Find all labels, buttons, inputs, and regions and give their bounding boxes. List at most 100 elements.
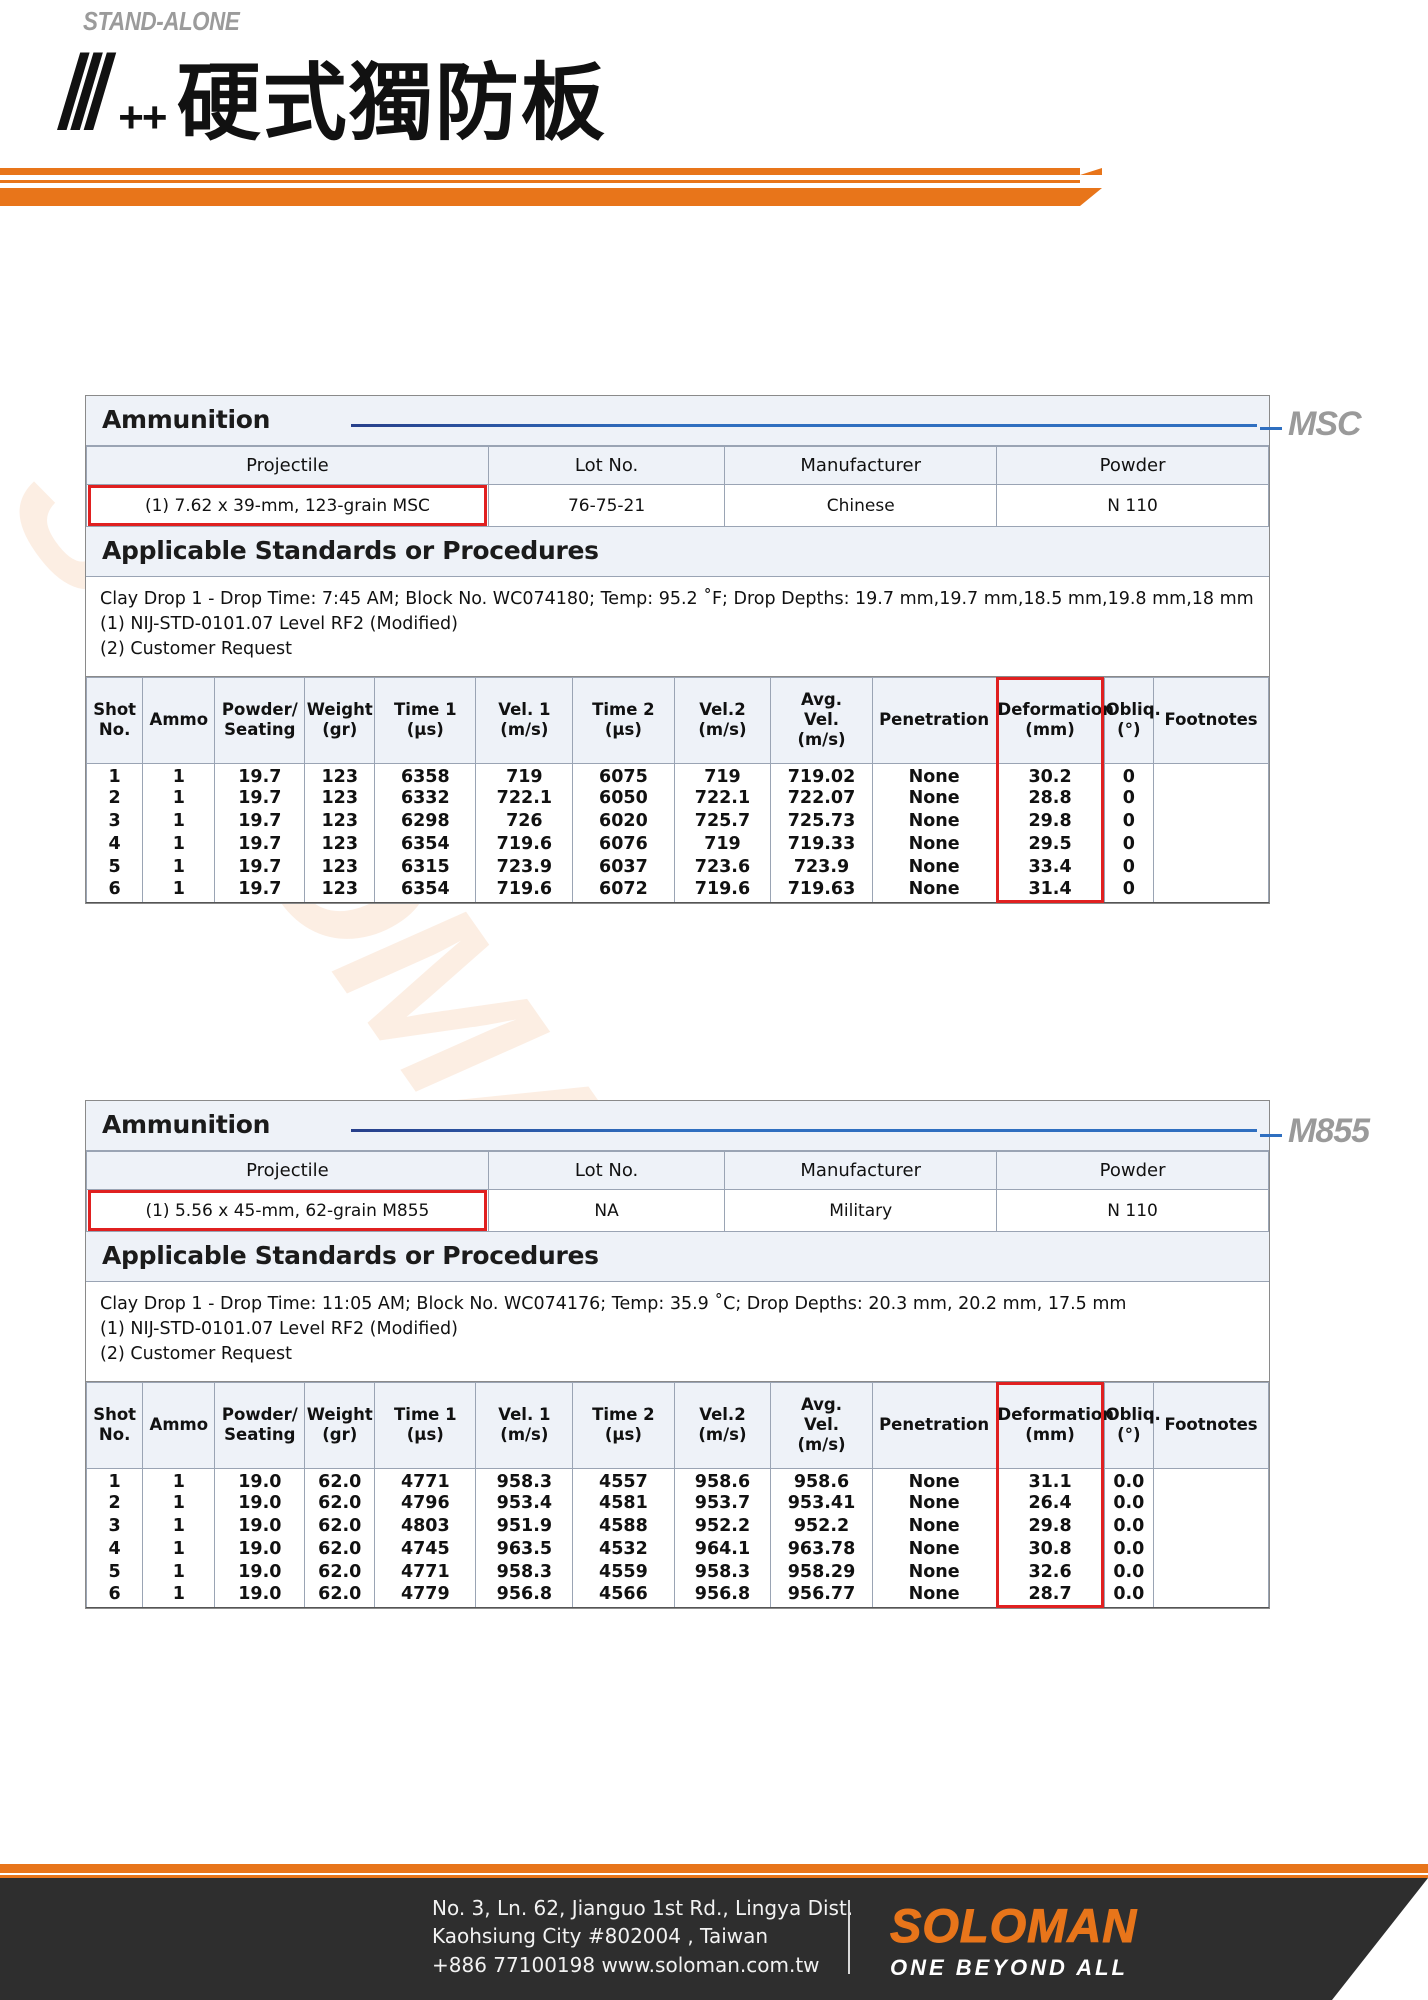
- col-ammo: Ammo: [142, 676, 216, 764]
- cell-t1: 4771: [374, 1467, 477, 1492]
- cell-shot: 5: [85, 1560, 144, 1584]
- cell-pen: None: [871, 1467, 997, 1492]
- col-powder-seating: Powder/Seating: [214, 1381, 306, 1469]
- col-powder: Powder: [996, 1151, 1269, 1190]
- cell-v1: 963.5: [475, 1537, 574, 1561]
- table-row: 3 1 19.0 62.0 4803 951.9 4588 952.2 952.2 None 29.…: [85, 1514, 1269, 1538]
- table-row: 2 1 19.7 123 6332 722.1 6050 722.1 722.07 None 28.…: [85, 786, 1269, 810]
- cell-def: 29.5: [995, 832, 1105, 856]
- col-powder-seating: Powder/Seating: [214, 676, 306, 764]
- cell-manufacturer: Military: [724, 1189, 998, 1232]
- cell-v2: 956.8: [673, 1583, 772, 1609]
- cell-v2: 964.1: [673, 1537, 772, 1561]
- side-label-connector: [1260, 426, 1282, 430]
- cell-obl: 0: [1103, 878, 1155, 904]
- standards-band-m855: Applicable Standards or Procedures: [86, 1232, 1269, 1282]
- cell-avg: 958.6: [770, 1467, 873, 1492]
- cell-pen: None: [871, 878, 997, 904]
- level-mark-slashes: ///: [60, 33, 109, 151]
- cell-shot: 1: [85, 762, 144, 787]
- cell-wt: 123: [304, 855, 376, 879]
- cell-pen: None: [871, 1514, 997, 1538]
- cell-v2: 719.6: [673, 878, 772, 904]
- cell-def: 26.4: [995, 1491, 1105, 1515]
- shot-header-row: Shot No. Ammo Powder/Seating Weight (gr) T…: [85, 676, 1269, 764]
- cell-obl: 0.0: [1103, 1467, 1155, 1492]
- cell-wt: 123: [304, 786, 376, 810]
- table-row: 4 1 19.0 62.0 4745 963.5 4532 964.1 963.78 None 30…: [85, 1537, 1269, 1561]
- col-shot-no: Shot No.: [85, 1381, 144, 1469]
- cell-ammo: 1: [142, 855, 216, 879]
- standards-band-msc: Applicable Standards or Procedures: [86, 527, 1269, 577]
- col-time-1: Time 1 (µs): [374, 1381, 477, 1469]
- table-row: (1) 7.62 x 39-mm, 123-grain MSC 76-75-21…: [86, 484, 1269, 527]
- cell-wt: 123: [304, 809, 376, 833]
- col-deformation: Deformation (mm): [995, 1381, 1114, 1469]
- col-lot-no: Lot No.: [487, 446, 726, 485]
- cell-shot: 2: [85, 1491, 144, 1515]
- cell-avg: 719.02: [770, 762, 873, 787]
- cell-wt: 123: [304, 878, 376, 904]
- cell-pwd: 19.7: [214, 809, 306, 833]
- ammunition-band-title: Ammunition: [102, 1110, 271, 1139]
- col-vel-2: Vel.2 (m/s): [673, 1381, 772, 1469]
- cell-shot: 5: [85, 855, 144, 879]
- shot-data-table-m855: Shot No. Ammo Powder/Seating Weight (gr) T…: [85, 1381, 1269, 1609]
- table-row: 2 1 19.0 62.0 4796 953.4 4581 953.7 953.41 None 26…: [85, 1491, 1269, 1515]
- cell-pen: None: [871, 786, 997, 810]
- col-obliquity: Obliq. (°): [1103, 676, 1161, 764]
- cell-foot: [1153, 1560, 1269, 1584]
- cell-foot: [1153, 878, 1269, 904]
- table-row: 6 1 19.7 123 6354 719.6 6072 719.6 719.63 None 31.…: [85, 878, 1269, 904]
- col-vel-1: Vel. 1 (m/s): [475, 1381, 574, 1469]
- standards-body-m855: Clay Drop 1 - Drop Time: 11:05 AM; Block…: [86, 1282, 1269, 1382]
- col-footnotes: Footnotes: [1153, 676, 1269, 764]
- cell-v1: 958.3: [475, 1467, 574, 1492]
- cell-v2: 958.3: [673, 1560, 772, 1584]
- cell-t2: 4588: [572, 1514, 675, 1538]
- cell-ammo: 1: [142, 809, 216, 833]
- cell-pwd: 19.0: [214, 1491, 306, 1515]
- cell-avg: 958.29: [770, 1560, 873, 1584]
- address-line-3[interactable]: +886 77100198 www.soloman.com.tw: [432, 1951, 853, 1979]
- cell-t2: 6075: [572, 762, 675, 787]
- cell-def: 31.4: [995, 878, 1105, 904]
- col-avg-vel: Avg. Vel. (m/s): [770, 676, 873, 764]
- cell-t1: 4803: [374, 1514, 477, 1538]
- col-projectile: Projectile: [86, 1151, 489, 1190]
- col-penetration: Penetration: [871, 1381, 997, 1469]
- cell-wt: 62.0: [304, 1467, 376, 1492]
- cell-def: 33.4: [995, 855, 1105, 879]
- test-report-msc: Ammunition Projectile Lot No. Manufactur…: [85, 395, 1270, 905]
- cell-ammo: 1: [142, 832, 216, 856]
- cell-t2: 4557: [572, 1467, 675, 1492]
- cell-t1: 6354: [374, 832, 477, 856]
- cell-avg: 952.2: [770, 1514, 873, 1538]
- standards-line: Clay Drop 1 - Drop Time: 7:45 AM; Block …: [100, 589, 1254, 609]
- ammunition-table-m855: Projectile Lot No. Manufacturer Powder (…: [86, 1151, 1269, 1232]
- cell-foot: [1153, 1514, 1269, 1538]
- cell-avg: 723.9: [770, 855, 873, 879]
- col-weight: Weight (gr): [304, 676, 376, 764]
- cell-foot: [1153, 786, 1269, 810]
- cell-t1: 6298: [374, 809, 477, 833]
- band-accent-line: [351, 424, 1257, 427]
- cell-pen: None: [871, 1537, 997, 1561]
- page-header: STAND-ALONE /// ++ 硬式獨防板: [0, 0, 1428, 215]
- cell-pwd: 19.0: [214, 1514, 306, 1538]
- cell-ammo: 1: [142, 762, 216, 787]
- cell-ammo: 1: [142, 1560, 216, 1584]
- cell-pen: None: [871, 809, 997, 833]
- cell-avg: 719.63: [770, 878, 873, 904]
- cell-obl: 0.0: [1103, 1491, 1155, 1515]
- cell-foot: [1153, 1537, 1269, 1561]
- cell-v2: 719: [673, 762, 772, 787]
- col-obliquity: Obliq. (°): [1103, 1381, 1161, 1469]
- address-line-2: Kaohsiung City #802004 , Taiwan: [432, 1924, 769, 1949]
- cell-pwd: 19.0: [214, 1560, 306, 1584]
- header-kicker: STAND-ALONE: [83, 6, 240, 36]
- col-vel-1: Vel. 1 (m/s): [475, 676, 574, 764]
- cell-pen: None: [871, 855, 997, 879]
- cell-pwd: 19.7: [214, 786, 306, 810]
- cell-shot: 6: [85, 1583, 144, 1609]
